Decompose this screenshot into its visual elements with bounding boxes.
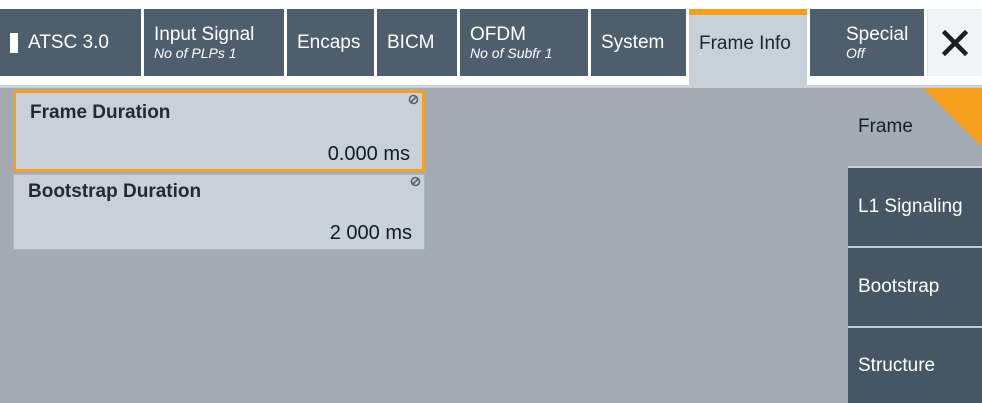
tab-ofdm-label: OFDM xyxy=(470,24,526,45)
side-nav-l1-signaling[interactable]: L1 Signaling xyxy=(848,166,982,246)
selected-corner-icon xyxy=(923,88,982,147)
tab-frame-info[interactable]: Frame Info xyxy=(689,9,807,88)
active-tab-accent xyxy=(689,9,807,15)
tab-encaps[interactable]: Encaps xyxy=(287,9,374,76)
side-nav-bootstrap-label: Bootstrap xyxy=(858,276,940,297)
tab-special-label: Special xyxy=(846,24,909,45)
tab-special-sub: Off xyxy=(846,45,865,61)
side-nav-frame-label: Frame xyxy=(858,116,913,137)
tab-system-label: System xyxy=(601,32,665,53)
side-nav-l1-signaling-label: L1 Signaling xyxy=(858,196,963,217)
tab-input-signal-label: Input Signal xyxy=(154,24,255,45)
tab-bicm-label: BICM xyxy=(387,32,435,53)
tab-ofdm[interactable]: OFDM No of Subfr 1 xyxy=(460,9,588,76)
tab-ofdm-sub: No of Subfr 1 xyxy=(470,45,553,61)
tab-input-signal-sub: No of PLPs 1 xyxy=(154,45,237,61)
tab-atsc[interactable]: ATSC 3.0 xyxy=(0,9,141,76)
tab-bicm[interactable]: BICM xyxy=(377,9,457,76)
tab-system[interactable]: System xyxy=(591,9,686,76)
side-nav-bootstrap[interactable]: Bootstrap xyxy=(848,246,982,326)
read-only-icon xyxy=(410,176,421,187)
top-tab-bar: ATSC 3.0 Input Signal No of PLPs 1 Encap… xyxy=(0,0,982,88)
tab-atsc-label: ATSC 3.0 xyxy=(28,32,109,53)
bootstrap-duration-field[interactable]: Bootstrap Duration 2 000 ms xyxy=(13,174,425,250)
frame-duration-field[interactable]: Frame Duration 0.000 ms xyxy=(13,90,425,172)
tab-bar-divider xyxy=(0,85,982,88)
bootstrap-duration-value: 2 000 ms xyxy=(329,222,412,244)
frame-duration-value: 0.000 ms xyxy=(327,143,410,165)
close-icon xyxy=(942,29,968,56)
tab-special[interactable]: Special Off xyxy=(810,9,924,76)
active-indicator-icon xyxy=(10,32,18,53)
tab-input-signal[interactable]: Input Signal No of PLPs 1 xyxy=(144,9,284,76)
frame-duration-label: Frame Duration xyxy=(30,102,171,123)
tab-frame-info-label: Frame Info xyxy=(699,33,791,54)
side-nav-structure-label: Structure xyxy=(858,354,936,376)
bootstrap-duration-label: Bootstrap Duration xyxy=(28,181,202,202)
side-nav-structure[interactable]: Structure xyxy=(848,326,982,403)
close-button[interactable] xyxy=(927,9,982,76)
read-only-icon xyxy=(408,94,419,105)
tab-encaps-label: Encaps xyxy=(297,32,361,53)
